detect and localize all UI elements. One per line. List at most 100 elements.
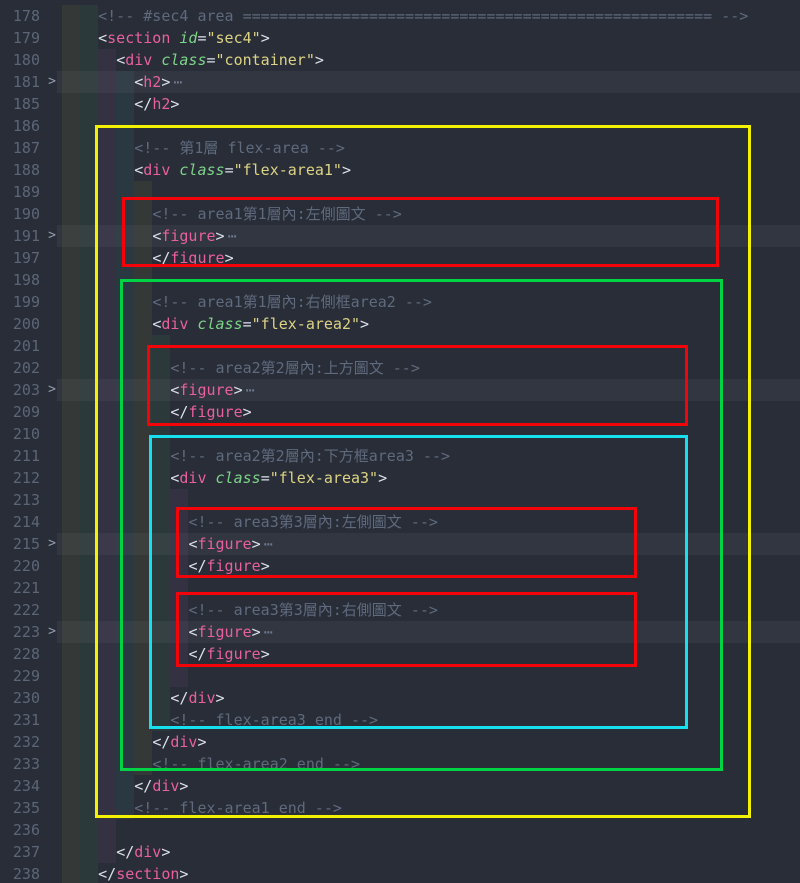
code-row-238: 238 </section> xyxy=(0,863,800,883)
gutter: 203> xyxy=(0,379,62,401)
code-line-text[interactable]: </section> xyxy=(62,863,188,883)
fold-chevron-icon[interactable]: > xyxy=(44,621,60,643)
code-row-202: 202 <!-- area2第2層內:上方圖文 --> xyxy=(0,357,800,379)
token-tag: figure xyxy=(170,249,224,267)
token-pun: </ xyxy=(98,865,116,883)
code-line-text[interactable]: </figure> xyxy=(62,247,234,269)
gutter: 215> xyxy=(0,533,62,555)
token-pun: > xyxy=(315,51,324,69)
line-number: 200 xyxy=(0,313,40,335)
code-line-text[interactable]: <!-- area2第2層內:上方圖文 --> xyxy=(62,357,420,379)
token-ws xyxy=(62,51,116,69)
code-row-229: 229 xyxy=(0,665,800,687)
code-line-text[interactable]: <div class="flex-area3"> xyxy=(62,467,387,489)
code-line-text[interactable]: <!-- area1第1層內:右側框area2 --> xyxy=(62,291,432,313)
code-line-text[interactable]: </div> xyxy=(62,731,207,753)
code-line-text[interactable]: <figure>⋯ xyxy=(62,379,255,401)
code-line-text[interactable]: <div class="flex-area1"> xyxy=(62,159,351,181)
code-line-text[interactable]: <!-- area1第1層內:左側圖文 --> xyxy=(62,203,402,225)
token-pun: = xyxy=(207,51,216,69)
gutter: 222 xyxy=(0,599,62,621)
token-pun: > xyxy=(261,29,270,47)
code-line-text[interactable]: <!-- #sec4 area ========================… xyxy=(62,5,748,27)
code-line-text[interactable]: </figure> xyxy=(62,643,270,665)
line-number: 189 xyxy=(0,181,40,203)
code-line-text[interactable]: <!-- flex-area2 end --> xyxy=(62,753,360,775)
token-pun: </ xyxy=(188,645,206,663)
code-line-text[interactable]: </div> xyxy=(62,841,170,863)
code-line-text[interactable]: <!-- area2第2層內:下方框area3 --> xyxy=(62,445,450,467)
code-row-201: 201 xyxy=(0,335,800,357)
token-ws xyxy=(62,799,134,817)
code-row-191: 191> <figure>⋯ xyxy=(0,225,800,247)
code-line-text[interactable]: </figure> xyxy=(62,555,270,577)
code-line-text[interactable]: <!-- flex-area3 end --> xyxy=(62,709,378,731)
code-row-179: 179 <section id="sec4"> xyxy=(0,27,800,49)
token-ws xyxy=(62,689,170,707)
code-row-181: 181> <h2>⋯ xyxy=(0,71,800,93)
line-number: 199 xyxy=(0,291,40,313)
line-number: 203 xyxy=(0,379,40,401)
fold-chevron-icon[interactable]: > xyxy=(44,225,60,247)
indent-band xyxy=(62,423,80,445)
fold-chevron-icon[interactable]: > xyxy=(44,71,60,93)
gutter: 214 xyxy=(0,511,62,533)
code-row-212: 212 <div class="flex-area3"> xyxy=(0,467,800,489)
token-com: <!-- area1第1層內:右側框area2 --> xyxy=(152,293,432,311)
line-number: 186 xyxy=(0,115,40,137)
code-line-text[interactable]: <div class="flex-area2"> xyxy=(62,313,369,335)
token-pun: </ xyxy=(188,557,206,575)
token-pun: </ xyxy=(134,777,152,795)
code-line-text[interactable]: <figure>⋯ xyxy=(62,225,237,247)
indent-band xyxy=(80,115,98,137)
indent-rainbow-bands xyxy=(0,665,800,687)
indent-band xyxy=(152,489,170,511)
indent-band xyxy=(62,577,80,599)
code-line-text[interactable]: <section id="sec4"> xyxy=(62,27,270,49)
code-line-text[interactable]: <!-- flex-area1 end --> xyxy=(62,797,342,819)
code-line-text[interactable]: <!-- area3第3層內:左側圖文 --> xyxy=(62,511,438,533)
code-line-text[interactable]: <div class="container"> xyxy=(62,49,324,71)
token-ws xyxy=(62,777,134,795)
fold-chevron-icon[interactable]: > xyxy=(44,379,60,401)
code-line-text[interactable]: </div> xyxy=(62,775,188,797)
indent-band xyxy=(98,269,116,291)
code-line-text[interactable]: </h2> xyxy=(62,93,179,115)
code-row-203: 203> <figure>⋯ xyxy=(0,379,800,401)
token-pun: > xyxy=(261,557,270,575)
code-line-text[interactable]: <!-- area3第3層內:右側圖文 --> xyxy=(62,599,438,621)
token-attr: id xyxy=(179,29,197,47)
line-number: 230 xyxy=(0,687,40,709)
indent-band xyxy=(98,181,116,203)
line-number: 234 xyxy=(0,775,40,797)
indent-band xyxy=(116,269,134,291)
code-line-text[interactable]: <h2>⋯ xyxy=(62,71,182,93)
gutter: 201 xyxy=(0,335,62,357)
indent-band xyxy=(98,577,116,599)
code-row-209: 209 </figure> xyxy=(0,401,800,423)
code-row-221: 221 xyxy=(0,577,800,599)
line-number: 229 xyxy=(0,665,40,687)
fold-chevron-icon[interactable]: > xyxy=(44,533,60,555)
code-line-text[interactable]: <figure>⋯ xyxy=(62,621,273,643)
indent-band xyxy=(98,423,116,445)
code-row-178: 178 <!-- #sec4 area ====================… xyxy=(0,5,800,27)
code-row-211: 211 <!-- area2第2層內:下方框area3 --> xyxy=(0,445,800,467)
token-com: <!-- flex-area1 end --> xyxy=(134,799,342,817)
token-pun: > xyxy=(197,733,206,751)
token-com: <!-- area2第2層內:上方圖文 --> xyxy=(170,359,420,377)
code-line-text[interactable]: </div> xyxy=(62,687,225,709)
code-line-text[interactable]: </figure> xyxy=(62,401,252,423)
token-attr: class xyxy=(216,469,261,487)
code-row-222: 222 <!-- area3第3層內:右側圖文 --> xyxy=(0,599,800,621)
gutter: 190 xyxy=(0,203,62,225)
token-str: "container" xyxy=(216,51,315,69)
token-ws xyxy=(62,469,170,487)
code-line-text[interactable]: <!-- 第1層 flex-area --> xyxy=(62,137,345,159)
indent-rainbow-bands xyxy=(0,115,800,137)
code-row-210: 210 xyxy=(0,423,800,445)
code-line-text[interactable]: <figure>⋯ xyxy=(62,533,273,555)
code-row-230: 230 </div> xyxy=(0,687,800,709)
token-ws xyxy=(62,161,134,179)
gutter: 236 xyxy=(0,819,62,841)
